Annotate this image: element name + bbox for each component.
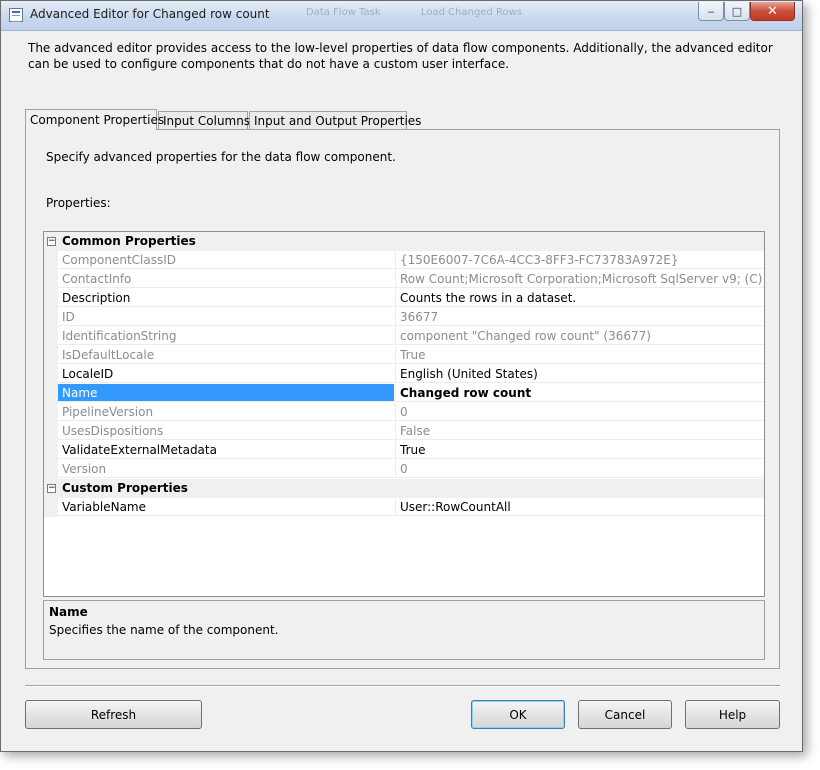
- property-name: IdentificationString: [58, 327, 394, 345]
- property-name: VariableName: [58, 498, 394, 516]
- property-value[interactable]: User::RowCountAll: [395, 498, 764, 516]
- tab-input-columns[interactable]: Input Columns: [158, 111, 250, 130]
- divider: [25, 685, 780, 687]
- collapse-icon[interactable]: −: [47, 484, 56, 493]
- property-row-identificationstring[interactable]: IdentificationString component "Changed …: [44, 327, 764, 346]
- property-value: {150E6007-7C6A-4CC3-8FF3-FC73783A972E}: [395, 251, 764, 269]
- help-title: Name: [49, 605, 88, 619]
- property-value[interactable]: Counts the rows in a dataset.: [395, 289, 764, 307]
- property-row-usesdispositions[interactable]: UsesDispositions False: [44, 422, 764, 441]
- minimize-button[interactable]: ‒: [698, 2, 724, 21]
- row-gutter: [44, 270, 58, 289]
- property-row-isdefaultlocale[interactable]: IsDefaultLocale True: [44, 346, 764, 365]
- cancel-button[interactable]: Cancel: [578, 700, 672, 729]
- property-value: True: [395, 346, 764, 364]
- background-window-title: Data Flow Task: [306, 7, 381, 18]
- property-name: PipelineVersion: [58, 403, 394, 421]
- row-gutter: [44, 365, 58, 384]
- help-button[interactable]: Help: [685, 700, 780, 729]
- row-gutter: [44, 403, 58, 422]
- row-gutter: [44, 498, 58, 517]
- dialog-app-icon: [9, 8, 23, 22]
- property-row-validateexternalmetadata[interactable]: ValidateExternalMetadata True: [44, 441, 764, 460]
- property-row-componentclassid[interactable]: ComponentClassID {150E6007-7C6A-4CC3-8FF…: [44, 251, 764, 270]
- property-name: ValidateExternalMetadata: [58, 441, 394, 459]
- property-value: 0: [395, 403, 764, 421]
- property-name: ComponentClassID: [58, 251, 394, 269]
- property-value: False: [395, 422, 764, 440]
- row-gutter: [44, 460, 58, 479]
- row-gutter: [44, 308, 58, 327]
- row-gutter: [44, 289, 58, 308]
- property-row-name[interactable]: Name Changed row count: [44, 384, 764, 403]
- title-bar[interactable]: Advanced Editor for Changed row count Da…: [1, 1, 802, 31]
- property-value: component "Changed row count" (36677): [395, 327, 764, 345]
- tab-panel: Specify advanced properties for the data…: [25, 129, 780, 669]
- property-name: LocaleID: [58, 365, 394, 383]
- category-label: Custom Properties: [62, 481, 188, 495]
- property-row-contactinfo[interactable]: ContactInfo Row Count;Microsoft Corporat…: [44, 270, 764, 289]
- property-name: IsDefaultLocale: [58, 346, 394, 364]
- property-value[interactable]: True: [395, 441, 764, 459]
- background-window-title: Load Changed Rows: [421, 7, 522, 18]
- property-grid[interactable]: − Common Properties ComponentClassID {15…: [43, 231, 765, 597]
- property-row-variablename[interactable]: VariableName User::RowCountAll: [44, 498, 764, 517]
- tab-component-properties[interactable]: Component Properties: [25, 109, 164, 130]
- property-name: Description: [58, 289, 394, 307]
- editor-description: The advanced editor provides access to t…: [28, 41, 773, 71]
- properties-label: Properties:: [46, 196, 111, 210]
- row-gutter: [44, 346, 58, 365]
- dialog-window: Advanced Editor for Changed row count Da…: [0, 0, 803, 752]
- property-name: ID: [58, 308, 394, 326]
- collapse-icon[interactable]: −: [47, 237, 56, 246]
- property-value: Row Count;Microsoft Corporation;Microsof…: [395, 270, 764, 288]
- property-name: Version: [58, 460, 394, 478]
- row-gutter: [44, 384, 58, 403]
- property-row-version[interactable]: Version 0: [44, 460, 764, 479]
- maximize-button[interactable]: □: [724, 2, 750, 21]
- window-title: Advanced Editor for Changed row count: [30, 7, 270, 21]
- property-name: UsesDispositions: [58, 422, 394, 440]
- property-row-localeid[interactable]: LocaleID English (United States): [44, 365, 764, 384]
- tab-input-output-properties[interactable]: Input and Output Properties: [249, 111, 421, 130]
- property-value[interactable]: Changed row count: [395, 384, 764, 402]
- panel-instructions: Specify advanced properties for the data…: [46, 150, 396, 164]
- row-gutter: [44, 441, 58, 460]
- property-name: Name: [58, 384, 394, 402]
- property-row-pipelineversion[interactable]: PipelineVersion 0: [44, 403, 764, 422]
- refresh-button[interactable]: Refresh: [25, 700, 202, 729]
- row-gutter: [44, 251, 58, 270]
- category-common-properties[interactable]: − Common Properties: [44, 232, 764, 251]
- property-value: 0: [395, 460, 764, 478]
- row-gutter: [44, 422, 58, 441]
- property-value[interactable]: English (United States): [395, 365, 764, 383]
- property-value: 36677: [395, 308, 764, 326]
- close-button[interactable]: ✕: [750, 2, 795, 21]
- ok-button[interactable]: OK: [471, 700, 565, 729]
- help-text: Specifies the name of the component.: [49, 623, 279, 637]
- property-help-box: Name Specifies the name of the component…: [43, 600, 765, 660]
- category-custom-properties[interactable]: − Custom Properties: [44, 479, 764, 498]
- property-name: ContactInfo: [58, 270, 394, 288]
- row-gutter: [44, 327, 58, 346]
- category-label: Common Properties: [62, 234, 196, 248]
- property-row-id[interactable]: ID 36677: [44, 308, 764, 327]
- property-row-description[interactable]: Description Counts the rows in a dataset…: [44, 289, 764, 308]
